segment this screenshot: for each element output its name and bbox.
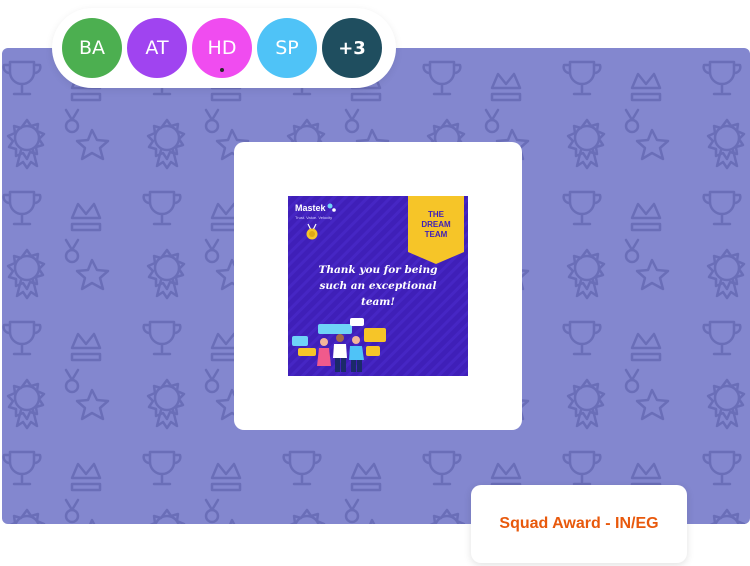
avatar[interactable]: SP (257, 18, 317, 78)
dream-team-poster: Mastek Trust. Value. Velocity THE DREAM … (288, 196, 468, 376)
cursor-dot (220, 68, 224, 72)
more-participants-badge[interactable]: +3 (322, 18, 382, 78)
ribbon-line-3: TEAM (425, 230, 448, 239)
avatar-initials: AT (145, 37, 169, 59)
poster-brand: Mastek (295, 203, 327, 213)
participant-avatar-group: BA AT HD SP +3 (52, 8, 396, 88)
avatar-initials: SP (275, 37, 299, 59)
poster-message-line-2: such an exceptional (320, 280, 437, 292)
more-count: +3 (338, 37, 366, 59)
avatar-initials: BA (78, 37, 106, 59)
award-title-card[interactable]: Squad Award - IN/EG (471, 485, 687, 563)
avatar-initials: HD (207, 37, 237, 59)
poster-artwork: Mastek Trust. Value. Velocity THE DREAM … (288, 196, 468, 376)
ribbon-line-1: THE (428, 210, 445, 219)
avatar[interactable]: HD (192, 18, 252, 78)
poster-message-line-3: team! (361, 296, 395, 308)
brand-mark-icon (327, 203, 333, 209)
award-title: Squad Award - IN/EG (499, 515, 659, 532)
poster-message-line-1: Thank you for being (319, 264, 438, 276)
ribbon-line-2: DREAM (421, 220, 451, 229)
avatar[interactable]: AT (127, 18, 187, 78)
poster-tagline: Trust. Value. Velocity (295, 215, 332, 220)
award-image-card[interactable]: Mastek Trust. Value. Velocity THE DREAM … (234, 142, 522, 430)
avatar[interactable]: BA (62, 18, 122, 78)
